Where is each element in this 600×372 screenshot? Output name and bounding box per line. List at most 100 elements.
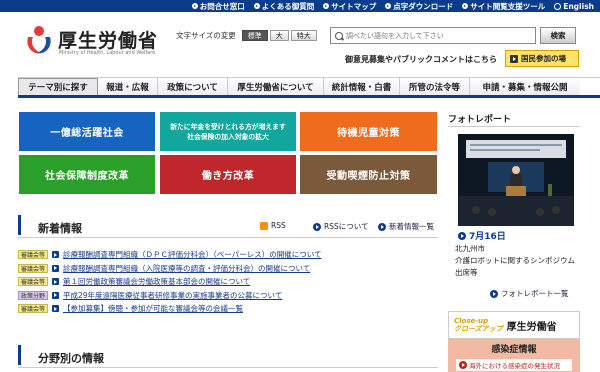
nav-applications[interactable]: 申請・募集・情報公開 xyxy=(470,78,580,95)
sitemap-link-label: サイトマップ xyxy=(331,1,377,11)
category-tag: 審議会等 xyxy=(18,250,49,260)
rss-icon xyxy=(260,221,268,230)
global-nav: テーマ別に探す 報道・広報 政策について 厚生労働省について 統計情報・白書 所… xyxy=(18,77,600,98)
news-item[interactable]: 審議会等 診療報酬調査専門組織（入院医療等の調査・評価分科会）の開催について xyxy=(18,262,438,276)
infection-overseas-link[interactable]: 海外における感染症の発生状況 xyxy=(456,359,572,371)
news-list-label: 新着情報一覧 xyxy=(389,222,434,231)
utility-bar: お問合せ窓口 よくある御質問 サイトマップ 点字ダウンロード サイト閲覧支援ツー… xyxy=(0,0,600,12)
faq-link[interactable]: よくある御質問 xyxy=(253,1,315,12)
logo-name: 厚生労働省 xyxy=(58,30,159,52)
ministry-logo-icon xyxy=(27,26,51,54)
nav-statistics[interactable]: 統計情報・白書 xyxy=(324,78,400,95)
infection-title: 感染症情報 xyxy=(491,345,537,355)
english-link[interactable]: English xyxy=(554,2,594,11)
section-bar xyxy=(18,215,21,235)
font-size-standard-button[interactable]: 標準 xyxy=(241,30,268,41)
public-participation-label: 国民参加の場 xyxy=(521,54,566,63)
font-size-control: 文字サイズの変更 標準 大 特大 xyxy=(176,30,317,41)
arrow-circle-icon xyxy=(490,289,498,298)
accessibility-tool-link[interactable]: サイト閲覧支援ツール xyxy=(462,1,545,12)
arrow-circle-icon xyxy=(458,231,466,240)
braille-download-label: 点字ダウンロード xyxy=(393,1,454,11)
divider xyxy=(448,126,580,127)
category-tag: 政策分野 xyxy=(18,290,49,300)
photo-report-title: フォトレポート xyxy=(448,115,512,125)
globe-icon xyxy=(554,2,562,10)
photo-report-list-label: フォトレポート一覧 xyxy=(501,289,569,298)
site-logo[interactable]: 厚生労働省 Ministry of Health, Labour and Wel… xyxy=(25,23,165,61)
nav-theme[interactable]: テーマ別に探す xyxy=(18,78,98,95)
search-icon xyxy=(335,31,343,40)
nav-policy[interactable]: 政策について xyxy=(158,78,228,95)
rss-label: RSS xyxy=(271,221,286,230)
link-arrow-icon xyxy=(52,264,60,272)
font-size-label: 文字サイズの変更 xyxy=(176,31,236,40)
news-item[interactable]: 審議会等 第１回労働政策審議会労働政策基本部会の開催について xyxy=(18,275,438,289)
news-title: 新着情報 xyxy=(38,222,82,235)
photo-report-image[interactable] xyxy=(458,134,574,226)
nav-press[interactable]: 報道・広報 xyxy=(98,78,158,95)
accessibility-tool-label: サイト閲覧支援ツール xyxy=(470,1,546,11)
font-size-large-button[interactable]: 大 xyxy=(269,30,289,41)
arrow-circle-icon xyxy=(313,222,321,231)
news-item-text[interactable]: 診療報酬調査専門組織（入院医療等の調査・評価分科会）の開催について xyxy=(63,263,310,274)
link-arrow-icon xyxy=(52,305,60,313)
faq-link-label: よくある御質問 xyxy=(261,1,315,11)
field-info-title: 分野別の情報 xyxy=(38,352,104,365)
news-item[interactable]: 審議会等 診療報酬調査専門組織（ＤＰＣ評価分科会）（ペーパーレス）の開催について xyxy=(18,248,438,262)
news-item-text[interactable]: 平成29年度遠隔医療従事者研修事業の実施事業者の公募について xyxy=(63,290,282,301)
link-arrow-icon xyxy=(52,278,60,286)
search-input[interactable] xyxy=(346,31,526,40)
news-item-text[interactable]: 診療報酬調査専門組織（ＤＰＣ評価分科会）（ペーパーレス）の開催について xyxy=(63,249,321,260)
tile-social-security-label: 社会保障制度改革 xyxy=(45,171,129,182)
arrow-circle-icon xyxy=(253,3,260,9)
rss-link[interactable]: RSS xyxy=(260,221,286,230)
public-participation-button[interactable]: 国民参加の場 xyxy=(505,50,579,67)
tile-pension-label: 新たに年金を受けとれる方が増えます 社会保険の加入対象の拡大 xyxy=(170,122,286,141)
public-comment-link[interactable]: 御意見募集やパブリックコメントはこちら xyxy=(345,54,497,65)
tile-pension[interactable]: 新たに年金を受けとれる方が増えます 社会保険の加入対象の拡大 xyxy=(160,112,296,151)
nav-about[interactable]: 厚生労働省について xyxy=(228,78,324,95)
braille-download-link[interactable]: 点字ダウンロード xyxy=(385,1,453,12)
tile-social-security[interactable]: 社会保障制度改革 xyxy=(19,155,155,194)
news-list: 審議会等 診療報酬調査専門組織（ＤＰＣ評価分科会）（ペーパーレス）の開催について … xyxy=(18,248,438,316)
news-list-link[interactable]: 新着情報一覧 xyxy=(378,221,434,232)
nav-laws[interactable]: 所管の法令等 xyxy=(400,78,470,95)
link-arrow-icon xyxy=(52,291,60,299)
tile-work-reform[interactable]: 働き方改革 xyxy=(160,155,296,194)
tile-childcare[interactable]: 待機児童対策 xyxy=(300,112,437,151)
category-tag: 審議会等 xyxy=(18,263,49,273)
photo-report-caption: 北九州市 介護ロボットに関するシンポジウム出席等 xyxy=(455,244,575,277)
tile-ichioku[interactable]: 一億総活躍社会 xyxy=(19,112,155,151)
infection-overseas-label: 海外における感染症の発生状況 xyxy=(469,362,560,370)
contact-link[interactable]: お問合せ窓口 xyxy=(191,1,245,12)
photo-report-list-link[interactable]: フォトレポート一覧 xyxy=(490,288,569,299)
news-item[interactable]: 政策分野 平成29年度遠隔医療従事者研修事業の実施事業者の公募について xyxy=(18,289,438,303)
field-info-header: 分野別の情報 xyxy=(18,342,438,368)
infection-info-panel: 感染症情報 海外における感染症の発生状況 xyxy=(448,339,580,372)
photo-report-date[interactable]: 7月16日 xyxy=(458,229,506,242)
rss-about-link[interactable]: RSSについて xyxy=(313,221,369,232)
contact-link-label: お問合せ窓口 xyxy=(199,1,245,11)
tile-smoking[interactable]: 受動喫煙防止対策 xyxy=(300,155,437,194)
tile-smoking-label: 受動喫煙防止対策 xyxy=(326,171,411,182)
arrow-circle-icon xyxy=(191,3,198,9)
font-size-xlarge-button[interactable]: 特大 xyxy=(290,30,317,41)
arrow-icon xyxy=(510,54,518,63)
tile-work-reform-label: 働き方改革 xyxy=(201,171,255,182)
english-link-label: English xyxy=(563,1,594,11)
utility-links: お問合せ窓口 よくある御質問 サイトマップ 点字ダウンロード サイト閲覧支援ツー… xyxy=(191,0,594,12)
arrow-circle-icon xyxy=(378,222,386,231)
arrow-circle-icon xyxy=(462,3,469,9)
arrow-circle-icon xyxy=(385,3,392,9)
category-tag: 審議会等 xyxy=(18,304,49,314)
closeup-banner[interactable]: Close-up クローズアップ 厚生労働省 xyxy=(448,311,580,339)
logo-english: Ministry of Health, Labour and Welfare xyxy=(59,50,156,56)
news-item-text[interactable]: 【参加募集】傍聴・参加が可能な審議会等の会議一覧 xyxy=(63,303,243,314)
sitemap-link[interactable]: サイトマップ xyxy=(323,1,376,12)
tile-childcare-label: 待機児童対策 xyxy=(337,128,400,139)
search-button[interactable]: 検索 xyxy=(540,27,576,44)
arrow-circle-icon xyxy=(323,3,330,9)
news-item[interactable]: 審議会等 【参加募集】傍聴・参加が可能な審議会等の会議一覧 xyxy=(18,302,438,316)
news-item-text[interactable]: 第１回労働政策審議会労働政策基本部会の開催について xyxy=(63,276,250,287)
